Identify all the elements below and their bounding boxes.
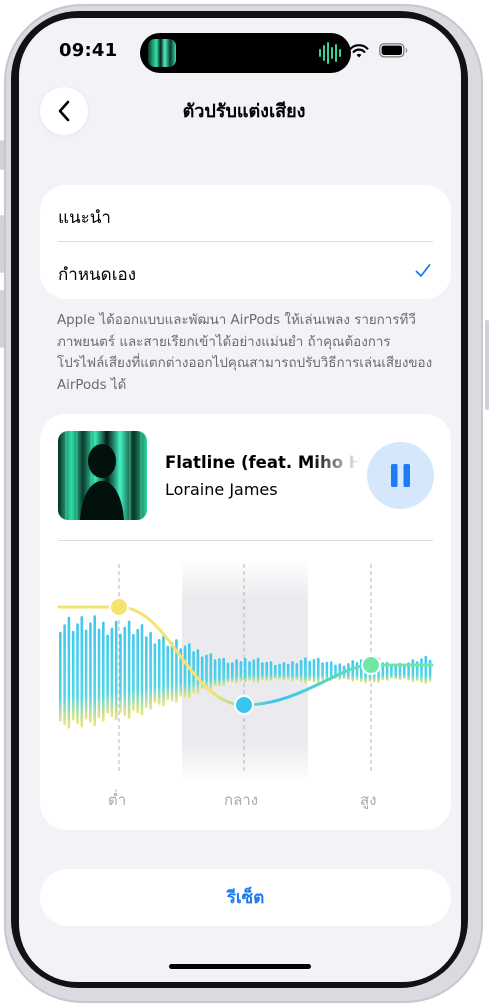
- eq-bar: [420, 658, 423, 683]
- eq-handle-mid: [234, 695, 254, 715]
- option-recommended[interactable]: แนะนำ: [40, 185, 451, 242]
- eq-bar: [119, 633, 122, 713]
- eq-bar: [213, 659, 217, 687]
- waveform-icon: [319, 42, 341, 64]
- eq-label-mid: กลาง: [224, 791, 259, 809]
- equalizer-card: Flatline (feat. Miho Ha Loraine James ต่…: [40, 414, 451, 830]
- eq-bar: [162, 635, 165, 707]
- description-text: Apple ได้ออกแบบและพัฒนา AirPods ให้เล่นเ…: [57, 313, 433, 393]
- eq-bar: [127, 620, 131, 719]
- checkmark-icon: [415, 264, 431, 277]
- eq-bar: [80, 616, 84, 728]
- eq-bar: [299, 660, 303, 682]
- eq-bar: [183, 645, 187, 698]
- eq-bar: [76, 623, 79, 724]
- eq-bar: [304, 657, 307, 684]
- chevron-left-icon: [58, 100, 70, 122]
- eq-bar: [243, 658, 247, 683]
- eq-bar: [252, 659, 256, 683]
- eq-bar: [226, 662, 230, 683]
- eq-bar: [390, 665, 393, 679]
- eq-handle-high: [361, 655, 381, 675]
- eq-bar: [93, 615, 96, 727]
- dynamic-island: [140, 33, 351, 73]
- eq-bar: [140, 624, 144, 716]
- screen: 09:41 ตัวปรับแต่งเสียง แนะนำ กำหนดเอง Ap…: [19, 18, 461, 982]
- eq-bar: [222, 657, 225, 686]
- eq-bar: [394, 664, 397, 680]
- option-custom[interactable]: กำหนดเอง: [40, 242, 451, 299]
- profile-options-card: แนะนำ กำหนดเอง: [40, 185, 451, 299]
- eq-bar: [295, 663, 299, 681]
- eq-handle-low: [109, 597, 129, 617]
- eq-bar: [428, 659, 432, 682]
- eq-bar: [239, 661, 243, 682]
- eq-bar: [286, 663, 290, 680]
- eq-bar: [355, 662, 359, 681]
- eq-bar: [157, 639, 161, 705]
- eq-bar: [149, 631, 152, 710]
- eq-bar: [338, 663, 342, 680]
- eq-bar: [170, 642, 174, 702]
- eq-bar: [218, 658, 221, 687]
- eq-bar: [63, 624, 66, 726]
- eq-bar: [321, 662, 324, 681]
- eq-label-low: ต่ำ: [108, 791, 127, 809]
- option-recommended-label: แนะนำ: [58, 208, 111, 228]
- eq-bar: [209, 653, 213, 691]
- eq-bar: [411, 659, 415, 683]
- eq-bar: [123, 626, 127, 716]
- eq-bar: [59, 631, 62, 722]
- eq-bar: [317, 657, 320, 683]
- back-button[interactable]: [40, 87, 88, 135]
- eq-bar: [136, 628, 139, 714]
- eq-bar: [132, 633, 135, 711]
- eq-bar: [261, 662, 264, 681]
- reset-button[interactable]: รีเซ็ต: [40, 869, 451, 926]
- eq-bar: [265, 661, 268, 681]
- eq-bar: [308, 660, 311, 682]
- eq-bar: [256, 657, 260, 683]
- eq-bar: [424, 655, 428, 684]
- home-indicator: [169, 964, 311, 969]
- eq-bar: [114, 620, 118, 721]
- status-icons: [349, 42, 423, 62]
- eq-bar: [106, 634, 109, 714]
- eq-bar: [102, 621, 105, 722]
- eq-bar: [278, 663, 281, 680]
- eq-bar: [145, 636, 148, 708]
- eq-bar: [196, 649, 200, 694]
- eq-bar: [282, 662, 286, 681]
- eq-bar: [89, 622, 92, 723]
- eq-bar: [71, 630, 75, 721]
- eq-bar: [231, 662, 234, 683]
- equalizer-graph[interactable]: [40, 414, 451, 784]
- eq-bar: [291, 661, 294, 682]
- status-time: 09:41: [59, 40, 118, 61]
- eq-bar: [351, 660, 354, 682]
- live-activity-art: [148, 39, 176, 67]
- eq-bar: [269, 661, 273, 682]
- option-custom-label: กำหนดเอง: [58, 265, 137, 285]
- eq-bar: [67, 616, 71, 729]
- eq-bar: [248, 661, 251, 681]
- eq-bar: [166, 645, 170, 700]
- eq-bar: [312, 658, 316, 683]
- page-title: ตัวปรับแต่งเสียง: [182, 101, 306, 122]
- eq-bar: [325, 661, 329, 681]
- eq-bar: [403, 664, 406, 680]
- power-button: [485, 320, 489, 410]
- battery-icon: [379, 43, 408, 58]
- eq-label-high: สูง: [360, 791, 377, 809]
- eq-bar: [235, 659, 238, 684]
- eq-bar: [274, 664, 277, 679]
- eq-bar: [97, 628, 101, 719]
- wifi-icon: [349, 44, 369, 58]
- eq-bar: [153, 643, 157, 703]
- eq-bar: [110, 627, 114, 718]
- eq-bar: [84, 629, 88, 720]
